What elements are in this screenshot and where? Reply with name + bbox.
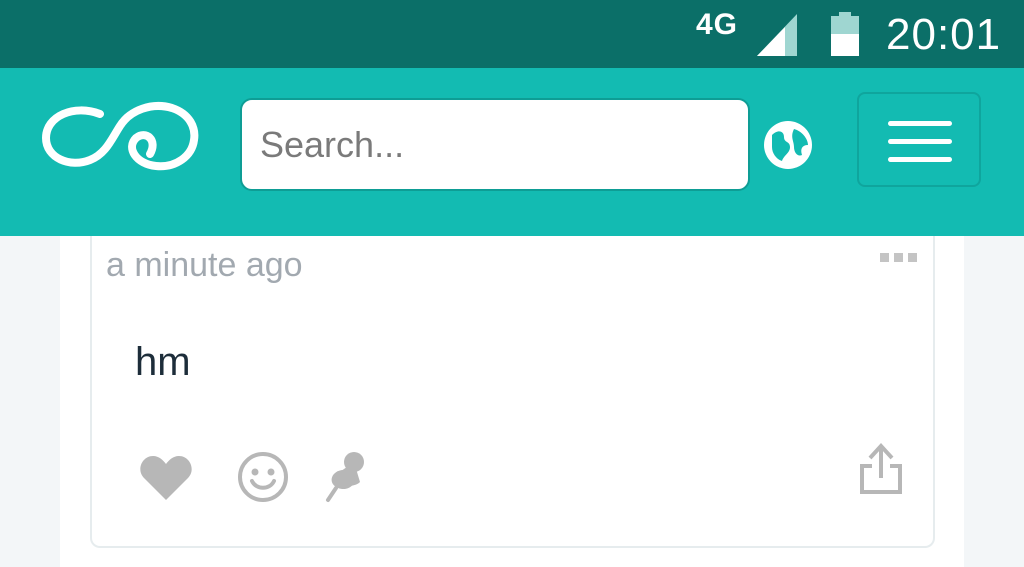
- battery-icon: [831, 12, 859, 56]
- search-input[interactable]: [242, 100, 748, 189]
- post-timestamp: a minute ago: [106, 246, 303, 284]
- smiley-icon[interactable]: [236, 450, 290, 504]
- clock: 20:01: [886, 10, 1002, 59]
- heart-icon[interactable]: [138, 454, 194, 502]
- menu-button[interactable]: [857, 92, 981, 187]
- share-icon[interactable]: [858, 442, 904, 496]
- network-type-label: 4G: [696, 8, 739, 41]
- status-bar: 4G 20:01: [0, 0, 1024, 68]
- infinity-logo[interactable]: [40, 98, 200, 178]
- hamburger-menu-icon: [888, 121, 952, 126]
- post-text: hm: [135, 340, 191, 384]
- search-box[interactable]: [240, 98, 750, 191]
- globe-icon[interactable]: [762, 119, 814, 171]
- app-header: [0, 68, 1024, 236]
- post-card: a minute ago hm: [90, 236, 935, 548]
- more-dots-icon[interactable]: [878, 251, 918, 263]
- pin-icon[interactable]: [324, 448, 372, 504]
- signal-icon: [757, 14, 797, 56]
